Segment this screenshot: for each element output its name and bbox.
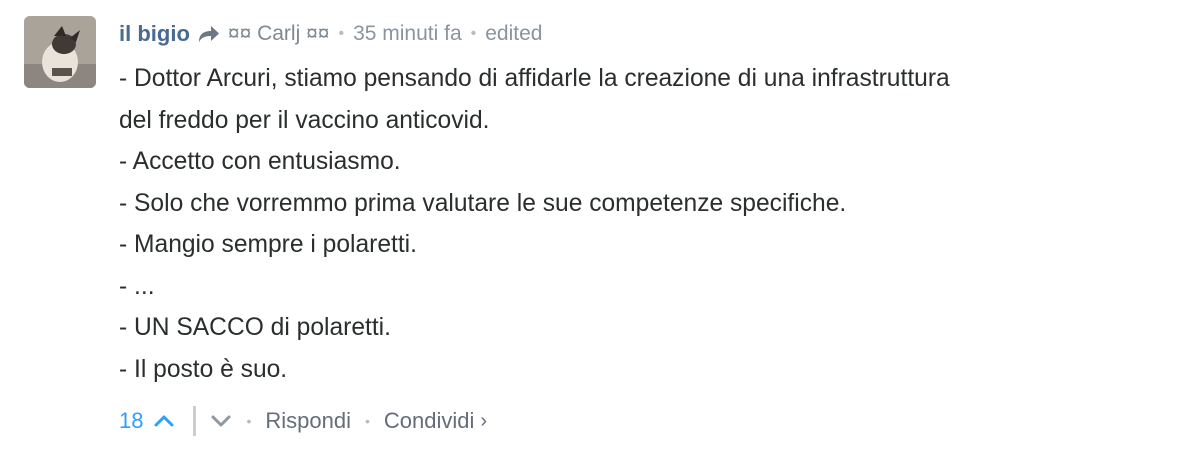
comment-line: - Dottor Arcuri, stiamo pensando di affi… xyxy=(119,65,950,92)
comment-line: - Il posto è suo. xyxy=(119,355,288,383)
share-button[interactable]: Condividi xyxy=(384,408,475,434)
chevron-up-icon[interactable] xyxy=(153,414,175,428)
separator-dot: • xyxy=(470,25,477,42)
separator-dot: • xyxy=(365,413,370,429)
author-name[interactable]: il bigio xyxy=(119,21,190,47)
comment-body: il bigio ¤¤ Carlj ¤¤ • 35 minuti fa • ed… xyxy=(119,16,1169,390)
separator-dot: • xyxy=(338,25,345,42)
comment-time[interactable]: 35 minuti fa xyxy=(353,22,462,46)
comment-line: - Mangio sempre i polaretti. xyxy=(119,231,417,258)
comment-header: il bigio ¤¤ Carlj ¤¤ • 35 minuti fa • ed… xyxy=(119,16,1169,52)
vote-count: 18 xyxy=(119,408,144,433)
comment-line: del freddo per il vaccino anticovid. xyxy=(119,106,490,134)
comment: il bigio ¤¤ Carlj ¤¤ • 35 minuti fa • ed… xyxy=(0,0,1188,460)
comment-line: - Solo che vorremmo prima valutare le su… xyxy=(119,189,847,217)
comment-text: - Dottor Arcuri, stiamo pensando di affi… xyxy=(119,58,1169,390)
comment-line: - Accetto con entusiasmo. xyxy=(119,148,401,175)
share-chevron-icon: › xyxy=(480,409,488,432)
comment-line: - UN SACCO di polaretti. xyxy=(119,314,391,341)
chevron-down-icon[interactable] xyxy=(210,414,232,428)
comment-footer: 18 • Rispondi • Condividi › xyxy=(119,404,487,438)
reply-button[interactable]: Rispondi xyxy=(265,408,351,434)
separator-dot: • xyxy=(246,413,252,429)
vote-divider xyxy=(193,406,197,436)
edited-label: edited xyxy=(485,22,543,45)
avatar[interactable] xyxy=(24,16,96,88)
reply-to-user[interactable]: ¤¤ Carlj ¤¤ xyxy=(228,22,330,46)
reply-arrow-icon xyxy=(197,24,221,44)
comment-line: - ... xyxy=(119,272,155,300)
